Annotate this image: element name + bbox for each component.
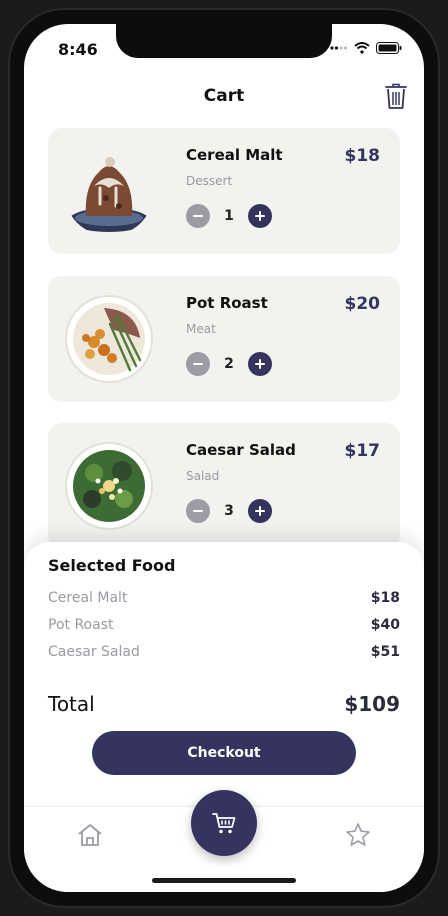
minus-icon	[193, 510, 203, 512]
item-price: $18	[344, 146, 381, 166]
quantity-stepper: 3	[186, 499, 272, 523]
caesar-salad-image	[65, 442, 153, 530]
cart-item-card: Caesar Salad Salad $17 3	[48, 423, 400, 549]
plus-icon	[255, 359, 265, 369]
phone-frame: 8:46 Cart Cereal Malt Dessert $18 1 Pot …	[0, 0, 448, 916]
app-screen: 8:46 Cart Cereal Malt Dessert $18 1 Pot …	[24, 24, 424, 892]
increase-quantity-button[interactable]	[248, 352, 272, 376]
quantity-stepper: 1	[186, 204, 272, 228]
summary-line-price: $18	[370, 590, 400, 606]
order-summary-panel: Selected Food Cereal Malt $18 Pot Roast …	[24, 542, 424, 804]
cart-icon	[212, 813, 236, 834]
minus-icon	[193, 363, 203, 365]
checkout-button[interactable]: Checkout	[92, 731, 356, 775]
summary-line-price: $51	[370, 644, 400, 660]
increase-quantity-button[interactable]	[248, 499, 272, 523]
item-name: Caesar Salad	[186, 441, 296, 459]
summary-line-name: Pot Roast	[48, 617, 114, 633]
home-indicator	[152, 878, 296, 883]
minus-icon	[193, 215, 203, 217]
status-time: 8:46	[58, 40, 98, 59]
item-category: Dessert	[186, 174, 233, 188]
decrease-quantity-button[interactable]	[186, 352, 210, 376]
item-price: $20	[344, 294, 381, 314]
cart-item-card: Cereal Malt Dessert $18 1	[48, 128, 400, 254]
page-title: Cart	[203, 86, 245, 106]
plus-icon	[255, 506, 265, 516]
pot-roast-image	[65, 295, 153, 383]
total-value: $109	[344, 692, 400, 716]
decrease-quantity-button[interactable]	[186, 499, 210, 523]
cart-item-card: Pot Roast Meat $20 2	[48, 276, 400, 402]
item-name: Pot Roast	[186, 294, 268, 312]
item-name: Cereal Malt	[186, 146, 283, 164]
quantity-stepper: 2	[186, 352, 272, 376]
quantity-value: 2	[224, 356, 234, 372]
star-icon[interactable]	[344, 821, 372, 849]
cart-tab-button[interactable]	[191, 790, 257, 856]
summary-title: Selected Food	[48, 556, 176, 575]
signal-icon	[330, 46, 348, 50]
battery-icon	[376, 42, 402, 54]
trash-icon[interactable]	[384, 82, 408, 110]
summary-line-name: Caesar Salad	[48, 644, 140, 660]
item-category: Salad	[186, 469, 220, 483]
quantity-value: 1	[224, 208, 234, 224]
status-icons	[330, 42, 402, 54]
notch	[116, 24, 332, 58]
plus-icon	[255, 211, 265, 221]
summary-line-price: $40	[370, 617, 400, 633]
home-icon[interactable]	[76, 821, 104, 849]
summary-line-name: Cereal Malt	[48, 590, 128, 606]
increase-quantity-button[interactable]	[248, 204, 272, 228]
item-price: $17	[344, 441, 381, 461]
wifi-icon	[354, 42, 370, 54]
decrease-quantity-button[interactable]	[186, 204, 210, 228]
cereal-malt-image	[69, 157, 149, 232]
summary-line: Caesar Salad $51	[48, 644, 400, 660]
summary-line: Cereal Malt $18	[48, 590, 400, 606]
summary-line: Pot Roast $40	[48, 617, 400, 633]
total-label: Total	[48, 692, 95, 716]
quantity-value: 3	[224, 503, 234, 519]
item-category: Meat	[186, 322, 216, 336]
total-row: Total $109	[48, 692, 400, 716]
